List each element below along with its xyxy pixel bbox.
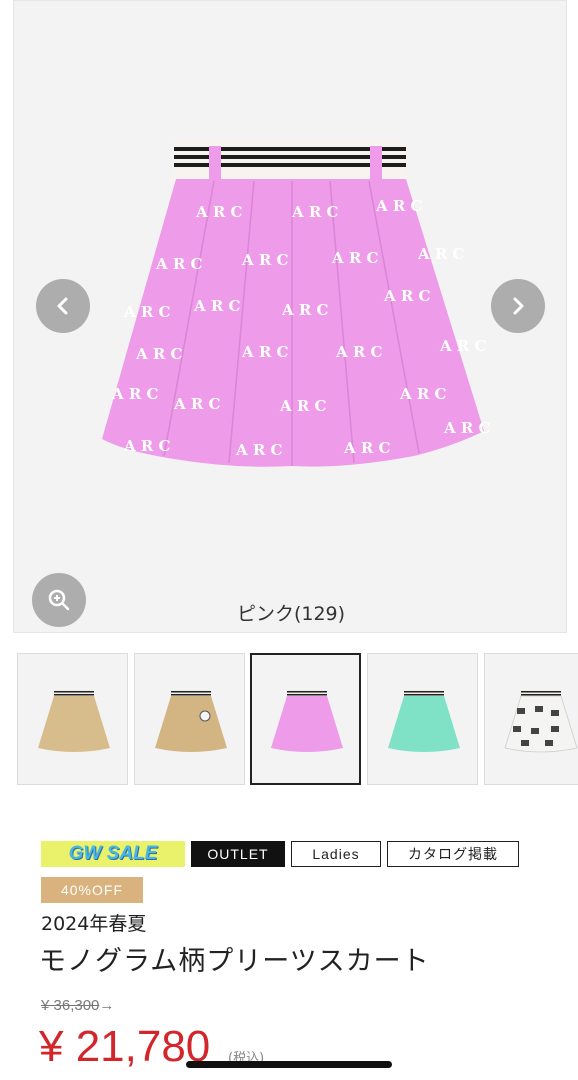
svg-text:A R C: A R C [335, 343, 383, 361]
thumbnail-pink[interactable] [250, 653, 361, 785]
svg-text:A R C: A R C [383, 287, 431, 305]
svg-text:A R C: A R C [193, 297, 241, 315]
thumbnail-skirt-image [155, 690, 227, 752]
thumbnail-white-monogram[interactable] [484, 653, 578, 785]
svg-text:A R C: A R C [235, 441, 283, 459]
svg-text:A R C: A R C [443, 419, 491, 437]
svg-text:A R C: A R C [195, 203, 243, 221]
thumbnail-beige[interactable] [17, 653, 128, 785]
svg-text:A R C: A R C [375, 197, 423, 215]
svg-text:A R C: A R C [123, 303, 171, 321]
svg-text:A R C: A R C [123, 437, 171, 455]
badge-row: GW SALE OUTLET Ladies カタログ掲載 [41, 841, 519, 867]
price-arrow: → [99, 997, 115, 1014]
discount-badge: 40%OFF [41, 877, 143, 903]
thumbnail-skirt-image [38, 690, 110, 752]
svg-text:A R C: A R C [241, 251, 289, 269]
original-price-value: ¥ 36,300 [41, 997, 100, 1014]
next-image-button[interactable] [491, 279, 545, 333]
svg-text:A R C: A R C [281, 301, 329, 319]
svg-text:A R C: A R C [111, 385, 159, 403]
product-image-gallery: A R C A R C A R C A R C A R C A R C A R … [13, 0, 567, 633]
belt-loop [209, 146, 221, 182]
ladies-badge: Ladies [291, 841, 381, 867]
thumbnail-mint[interactable] [367, 653, 478, 785]
outlet-badge: OUTLET [191, 841, 285, 867]
belt-loop [370, 146, 382, 182]
home-indicator[interactable] [186, 1061, 392, 1068]
catalog-badge: カタログ掲載 [387, 841, 519, 867]
sale-price: ¥ 21,780 [39, 1022, 211, 1071]
svg-text:A R C: A R C [291, 203, 339, 221]
chevron-left-icon [57, 297, 68, 315]
product-image-skirt: A R C A R C A R C A R C A R C A R C A R … [102, 141, 491, 467]
svg-text:A R C: A R C [439, 337, 487, 355]
svg-text:A R C: A R C [417, 245, 465, 263]
gw-sale-badge: GW SALE [41, 841, 185, 867]
svg-text:A R C: A R C [343, 439, 391, 457]
previous-image-button[interactable] [36, 279, 90, 333]
season-label: 2024年春夏 [41, 913, 147, 935]
thumbnail-strip [17, 653, 578, 786]
thumbnail-skirt-image [504, 690, 578, 753]
svg-text:A R C: A R C [135, 345, 183, 363]
chevron-right-icon [513, 297, 524, 315]
svg-text:A R C: A R C [279, 397, 327, 415]
thumbnail-skirt-image [388, 690, 460, 752]
svg-text:A R C: A R C [155, 255, 203, 273]
thumbnail-skirt-image [271, 690, 343, 752]
svg-text:A R C: A R C [331, 249, 379, 267]
product-title: モノグラム柄プリーツスカート [39, 946, 430, 977]
skirt-body [102, 179, 484, 467]
svg-text:A R C: A R C [399, 385, 447, 403]
thumbnail-beige-patch[interactable] [134, 653, 245, 785]
svg-text:A R C: A R C [241, 343, 289, 361]
color-caption: ピンク(129) [236, 603, 346, 625]
original-price: ¥ 36,300→ [41, 997, 114, 1014]
svg-text:A R C: A R C [173, 395, 221, 413]
